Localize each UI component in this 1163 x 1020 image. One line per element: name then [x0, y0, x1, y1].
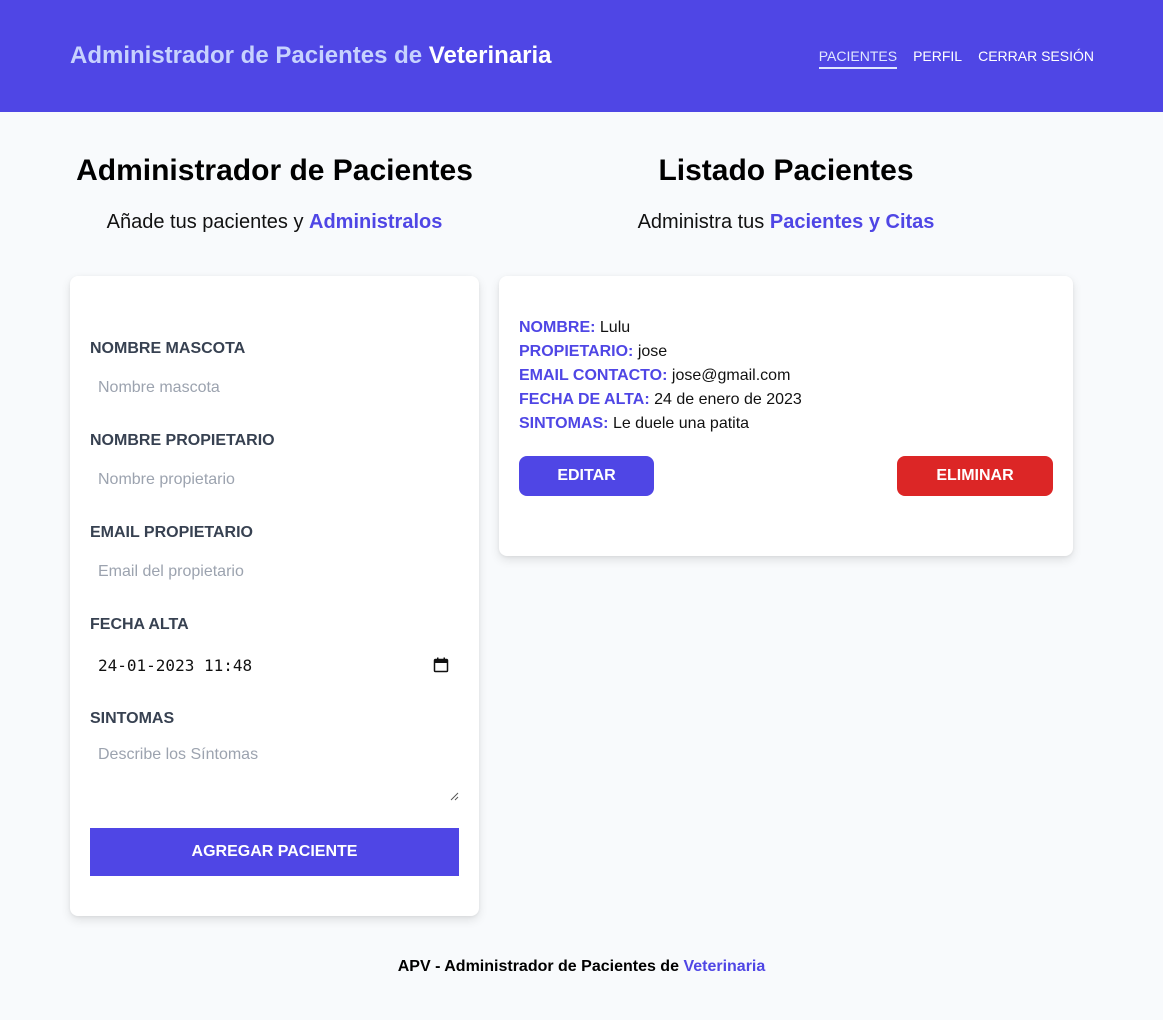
date-value: 24-01-2023 11:48: [98, 656, 253, 675]
owner-email-input[interactable]: [90, 552, 459, 592]
footer-prefix: APV - Administrador de Pacientes de: [397, 958, 679, 975]
calendar-icon[interactable]: [433, 657, 449, 673]
patient-date-row: Fecha de Alta: 24 de enero de 2023: [519, 391, 802, 409]
patient-date-value: 24 de enero de 2023: [654, 391, 802, 408]
patient-symptoms-value: Le duele una patita: [612, 415, 750, 432]
patient-symptoms-key: Sintomas:: [519, 415, 609, 432]
page-footer: APV - Administrador de Pacientes de Vete…: [0, 958, 1163, 976]
list-section-title: Listado Pacientes: [658, 154, 914, 187]
main-nav: Pacientes Perfil Cerrar Sesión: [818, 47, 1094, 69]
list-subtitle-prefix: Administra tus: [637, 211, 765, 233]
patient-name-key: Nombre:: [519, 319, 596, 336]
app-title-strong: Veterinaria: [428, 42, 552, 69]
patient-symptoms-row: Sintomas: Le duele una patita: [519, 415, 749, 433]
owner-name-label: Nombre Propietario: [90, 432, 275, 449]
footer-accent: Veterinaria: [683, 958, 766, 975]
form-subtitle-accent: Administralos: [309, 211, 443, 233]
patient-name-value: Lulu: [599, 319, 631, 336]
patient-owner-value: jose: [637, 343, 668, 360]
symptoms-label: Sintomas: [90, 710, 175, 727]
pet-name-input[interactable]: [90, 368, 459, 408]
edit-button[interactable]: Editar: [519, 456, 654, 496]
delete-button[interactable]: Eliminar: [897, 456, 1053, 496]
patient-card: Nombre: Lulu Propietario: jose Email Con…: [499, 276, 1073, 556]
patient-email-row: Email Contacto: jose@gmail.com: [519, 367, 790, 385]
patient-form: Nombre Mascota Nombre Propietario Email …: [70, 276, 479, 916]
patient-date-key: Fecha de Alta:: [519, 391, 650, 408]
patient-name-row: Nombre: Lulu: [519, 319, 630, 337]
owner-name-input[interactable]: [90, 460, 459, 500]
form-subtitle-prefix: Añade tus pacientes y: [106, 211, 304, 233]
form-section-title: Administrador de Pacientes: [76, 154, 473, 187]
app-title: Administrador de Pacientes de Veterinari…: [70, 42, 552, 70]
symptoms-textarea[interactable]: [90, 738, 459, 798]
nav-link-cerrar-sesion[interactable]: Cerrar Sesión: [978, 47, 1094, 69]
patient-owner-row: Propietario: jose: [519, 343, 667, 361]
patient-email-key: Email Contacto:: [519, 367, 668, 384]
patient-owner-key: Propietario:: [519, 343, 634, 360]
date-label: Fecha Alta: [90, 616, 189, 633]
date-input[interactable]: 24-01-2023 11:48: [90, 645, 459, 685]
add-patient-button[interactable]: Agregar Paciente: [90, 828, 459, 876]
patient-email-value: jose@gmail.com: [671, 367, 791, 384]
list-section-subtitle: Administra tus Pacientes y Citas: [499, 211, 1073, 234]
top-navbar: Administrador de Pacientes de Veterinari…: [0, 0, 1163, 112]
nav-link-perfil[interactable]: Perfil: [913, 47, 962, 69]
resize-handle-icon[interactable]: [450, 792, 459, 801]
nav-link-pacientes[interactable]: Pacientes: [818, 47, 898, 69]
pet-name-label: Nombre Mascota: [90, 340, 246, 357]
form-section-subtitle: Añade tus pacientes y Administralos: [70, 211, 479, 234]
list-subtitle-accent: Pacientes y Citas: [769, 211, 935, 233]
owner-email-label: Email Propietario: [90, 524, 253, 541]
app-title-prefix: Administrador de Pacientes de: [70, 42, 423, 69]
